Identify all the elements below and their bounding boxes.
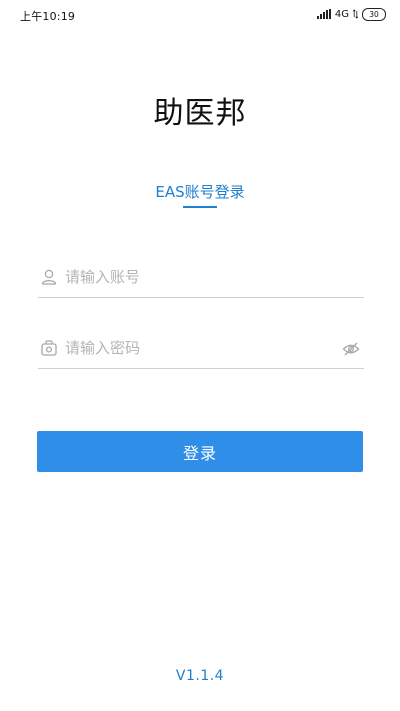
signal-icon [316, 9, 331, 19]
login-button[interactable]: 登录 [37, 431, 363, 472]
app-title: 助医邦 [153, 96, 247, 131]
account-input[interactable] [65, 262, 325, 292]
network-type: 4G [334, 8, 349, 20]
user-icon [41, 269, 57, 285]
status-bar: 上午10:19 4G 30 [0, 0, 400, 30]
eye-off-icon[interactable] [342, 341, 360, 357]
password-input[interactable] [65, 333, 325, 363]
status-time: 上午10:19 [20, 10, 76, 23]
tab-eas-login[interactable]: EAS账号登录 [0, 181, 400, 202]
status-indicators: 4G 30 [316, 7, 386, 21]
tab-underline [183, 206, 217, 208]
lock-icon [41, 340, 57, 356]
battery-icon: 30 [362, 7, 386, 21]
password-field [38, 329, 364, 369]
account-field [38, 258, 364, 298]
version-label: V1.1.4 [175, 668, 225, 684]
data-transfer-icon [353, 9, 358, 19]
